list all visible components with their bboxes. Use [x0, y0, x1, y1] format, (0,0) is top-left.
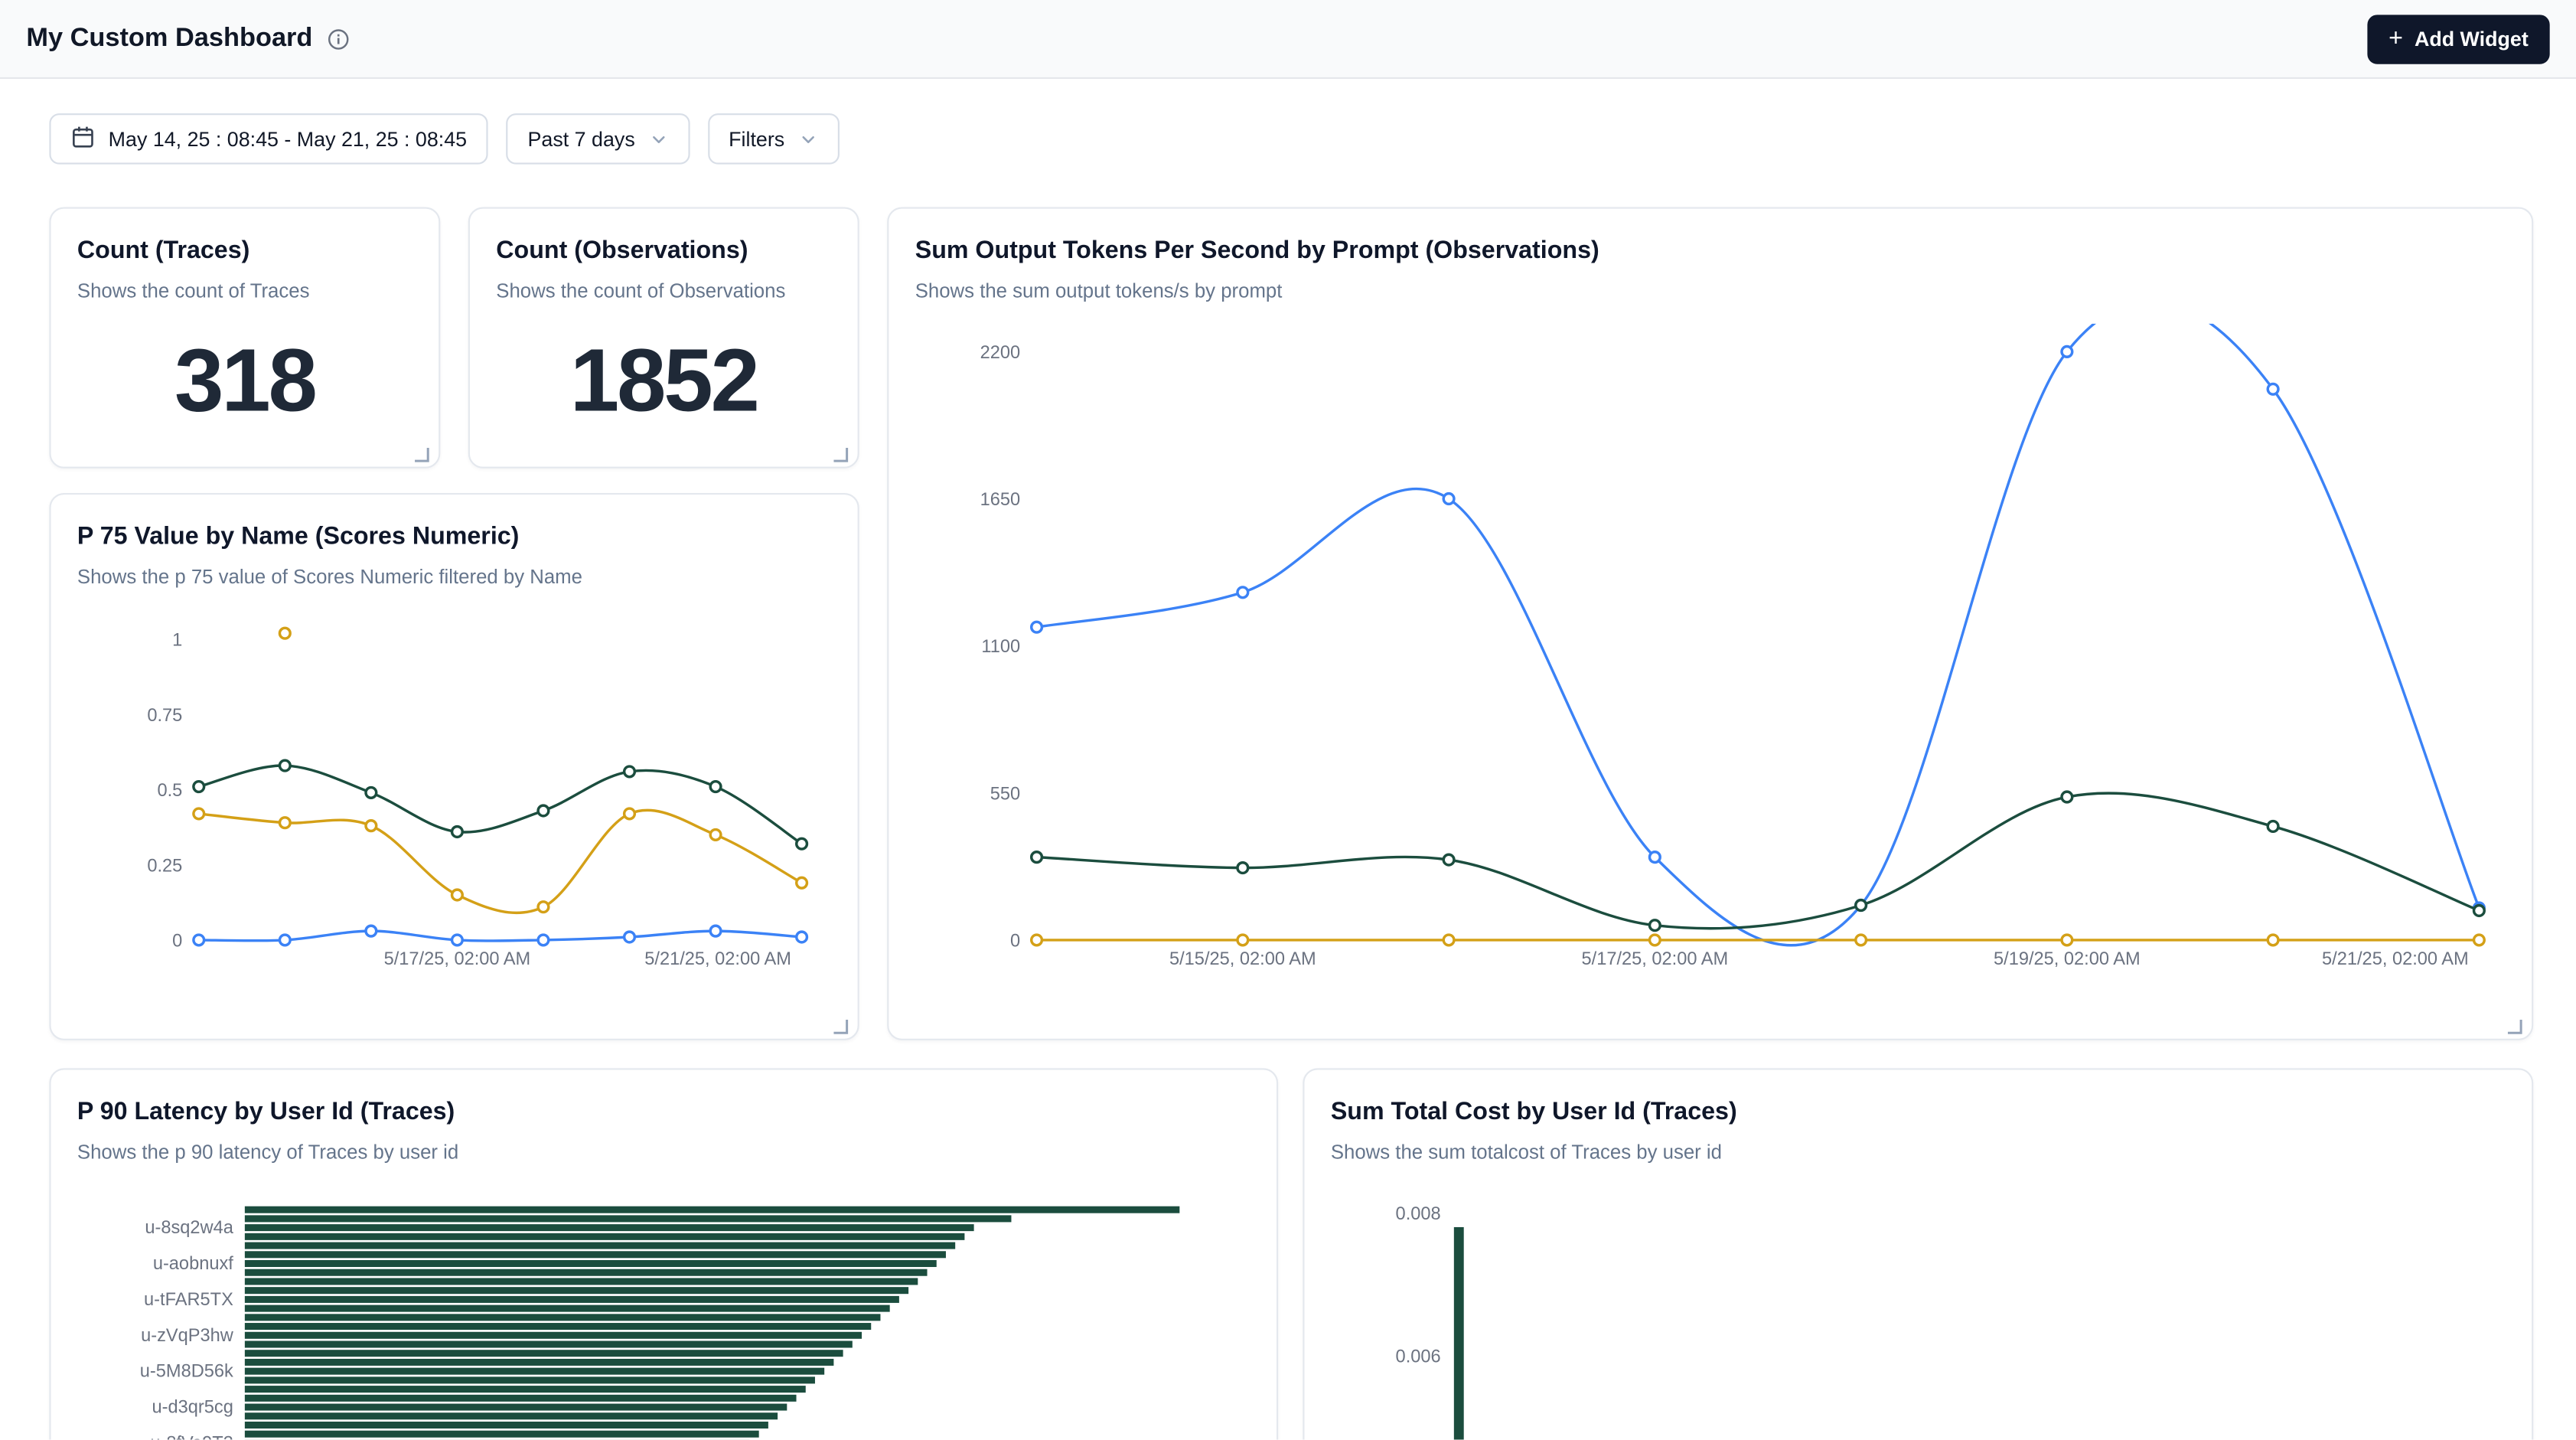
svg-text:0.5: 0.5: [157, 781, 182, 801]
svg-text:1: 1: [172, 631, 182, 651]
svg-text:2200: 2200: [980, 343, 1021, 363]
svg-text:u-d3qr5cg: u-d3qr5cg: [152, 1398, 233, 1418]
widget-title: Count (Traces): [51, 209, 439, 269]
widget-count-observations: Count (Observations) Shows the count of …: [468, 207, 859, 468]
viewport: My Custom Dashboard + Add Widget May: [0, 0, 2576, 1440]
svg-text:0: 0: [1010, 931, 1020, 951]
filters-label: Filters: [729, 127, 784, 150]
filters-dropdown[interactable]: Filters: [707, 113, 839, 165]
svg-text:5/17/25, 02:00 AM: 5/17/25, 02:00 AM: [384, 949, 531, 969]
widget-p75-by-name: P 75 Value by Name (Scores Numeric) Show…: [49, 493, 859, 1040]
svg-text:0.75: 0.75: [147, 706, 182, 726]
svg-text:u-zVqP3hw: u-zVqP3hw: [141, 1326, 234, 1346]
widget-subtitle: Shows the sum totalcost of Traces by use…: [1304, 1129, 2532, 1167]
svg-text:5/21/25, 02:00 AM: 5/21/25, 02:00 AM: [644, 949, 791, 969]
count-traces-value: 318: [51, 337, 439, 426]
dashboard-page: My Custom Dashboard + Add Widget May: [0, 0, 2576, 1440]
calendar-icon: [70, 124, 95, 154]
widget-subtitle: Shows the p 75 value of Scores Numeric f…: [51, 554, 858, 592]
chevron-down-icon: [648, 129, 668, 149]
info-icon[interactable]: [328, 27, 351, 50]
svg-text:u-tFAR5TX: u-tFAR5TX: [144, 1290, 233, 1310]
svg-text:1100: 1100: [981, 637, 1020, 657]
svg-text:5/17/25, 02:00 AM: 5/17/25, 02:00 AM: [1582, 949, 1729, 969]
svg-text:5/21/25, 02:00 AM: 5/21/25, 02:00 AM: [2322, 949, 2469, 969]
svg-text:5/15/25, 02:00 AM: 5/15/25, 02:00 AM: [1169, 949, 1316, 969]
total-cost-bar-chart: 0.008 0.006: [1304, 1193, 2533, 1440]
resize-handle[interactable]: [2506, 1014, 2524, 1033]
widget-subtitle: Shows the count of Traces: [51, 268, 439, 305]
chevron-down-icon: [797, 129, 817, 149]
svg-text:0: 0: [172, 931, 182, 951]
svg-text:0.25: 0.25: [147, 856, 182, 876]
resize-handle[interactable]: [412, 442, 431, 460]
svg-text:u-8fVa9T3: u-8fVa9T3: [150, 1433, 233, 1439]
widget-title: P 90 Latency by User Id (Traces): [51, 1070, 1277, 1130]
svg-text:0.006: 0.006: [1396, 1347, 1441, 1367]
widget-subtitle: Shows the sum output tokens/s by prompt: [889, 268, 2532, 305]
widget-title: P 75 Value by Name (Scores Numeric): [51, 495, 858, 554]
widget-title: Sum Output Tokens Per Second by Prompt (…: [889, 209, 2532, 269]
widget-count-traces: Count (Traces) Shows the count of Traces…: [49, 207, 440, 468]
widget-total-cost-by-user: Sum Total Cost by User Id (Traces) Shows…: [1303, 1068, 2533, 1439]
date-range-picker[interactable]: May 14, 25 : 08:45 - May 21, 25 : 08:45: [49, 113, 488, 165]
add-widget-button[interactable]: + Add Widget: [2367, 14, 2549, 63]
preset-value: Past 7 days: [528, 127, 635, 150]
widget-subtitle: Shows the count of Observations: [470, 268, 858, 305]
resize-handle[interactable]: [831, 442, 849, 460]
widget-title: Sum Total Cost by User Id (Traces): [1304, 1070, 2532, 1130]
plus-icon: +: [2389, 25, 2403, 50]
svg-text:0.008: 0.008: [1396, 1204, 1441, 1224]
widget-tokens-by-prompt: Sum Output Tokens Per Second by Prompt (…: [887, 207, 2533, 1040]
svg-text:u-aobnuxf: u-aobnuxf: [153, 1254, 233, 1274]
add-widget-label: Add Widget: [2415, 27, 2529, 50]
widget-subtitle: Shows the p 90 latency of Traces by user…: [51, 1129, 1277, 1167]
widget-title: Count (Observations): [470, 209, 858, 269]
count-observations-value: 1852: [470, 337, 858, 426]
p75-line-chart: 0 0.25 0.5 0.75 1 5/17/25, 02:00 AM 5/21/25, 0…: [51, 609, 859, 991]
svg-text:550: 550: [990, 784, 1020, 804]
svg-text:u-8sq2w4a: u-8sq2w4a: [145, 1218, 233, 1238]
page-header: My Custom Dashboard + Add Widget: [0, 0, 2576, 79]
p90-bar-chart: u-8sq2w4a u-aobnuxf u-tFAR5TX u-zVqP3hw u-5M…: [51, 1193, 1279, 1440]
preset-dropdown[interactable]: Past 7 days: [507, 113, 690, 165]
svg-text:1650: 1650: [980, 490, 1021, 510]
toolbar: May 14, 25 : 08:45 - May 21, 25 : 08:45 …: [49, 113, 839, 165]
widget-p90-latency-by-user: P 90 Latency by User Id (Traces) Shows t…: [49, 1068, 1278, 1439]
date-range-value: May 14, 25 : 08:45 - May 21, 25 : 08:45: [109, 127, 467, 150]
resize-handle[interactable]: [831, 1014, 849, 1033]
tokens-line-chart: 0 550 1100 1650 2200 5/15/25, 02:00 AM 5/17/25…: [889, 324, 2533, 1001]
svg-text:5/19/25, 02:00 AM: 5/19/25, 02:00 AM: [1994, 949, 2141, 969]
page-title: My Custom Dashboard: [26, 25, 312, 51]
svg-text:u-5M8D56k: u-5M8D56k: [140, 1362, 233, 1382]
